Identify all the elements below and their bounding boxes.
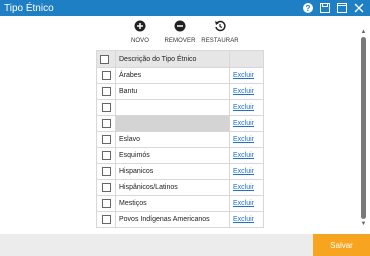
row-checkbox[interactable] bbox=[101, 151, 111, 160]
toolbar: NOVO REMOVER RESTAURAR bbox=[120, 18, 240, 44]
delete-link[interactable]: Excluir bbox=[233, 120, 254, 127]
table-row: Excluir bbox=[96, 115, 264, 132]
row-checkbox[interactable] bbox=[101, 215, 111, 224]
delete-link[interactable]: Excluir bbox=[233, 200, 254, 207]
row-description[interactable]: Esquimós bbox=[115, 147, 230, 164]
table-row: Hispanicos Excluir bbox=[96, 163, 264, 180]
row-checkbox[interactable] bbox=[101, 183, 111, 192]
delete-link[interactable]: Excluir bbox=[233, 104, 254, 111]
row-description[interactable]: Árabes bbox=[115, 67, 230, 84]
row-description[interactable]: Mestiços bbox=[115, 195, 230, 212]
remove-label: REMOVER bbox=[164, 38, 196, 44]
delete-link[interactable]: Excluir bbox=[233, 88, 254, 95]
row-description[interactable]: Eslavo bbox=[115, 131, 230, 148]
row-checkbox[interactable] bbox=[101, 135, 111, 144]
table-row: Hispânicos/Latinos Excluir bbox=[96, 179, 264, 196]
delete-link[interactable]: Excluir bbox=[233, 216, 254, 223]
table-row: Povos Indígenas Americanos Excluir bbox=[96, 211, 264, 228]
table-header-row: Descrição do Tipo Étnico bbox=[96, 50, 264, 68]
row-checkbox[interactable] bbox=[101, 87, 111, 96]
delete-link[interactable]: Excluir bbox=[233, 152, 254, 159]
ethnic-type-table: Descrição do Tipo Étnico Árabes Excluir B… bbox=[96, 50, 264, 228]
window-title: Tipo Étnico bbox=[4, 2, 54, 14]
column-header-description: Descrição do Tipo Étnico bbox=[115, 50, 230, 68]
save-button[interactable]: Salvar bbox=[313, 234, 370, 256]
select-all-cell[interactable] bbox=[96, 50, 116, 68]
table-row: Mestiços Excluir bbox=[96, 195, 264, 212]
window-titlebar: Tipo Étnico ? bbox=[0, 0, 370, 16]
save-window-icon[interactable] bbox=[319, 3, 330, 14]
delete-link[interactable]: Excluir bbox=[233, 136, 254, 143]
restore-icon bbox=[215, 20, 226, 32]
table-row: Bantu Excluir bbox=[96, 83, 264, 100]
vertical-scrollbar[interactable]: ▲ ▼ bbox=[360, 29, 367, 233]
restore-label: RESTAURAR bbox=[201, 38, 239, 44]
ethnic-type-grid: Descrição do Tipo Étnico Árabes Excluir B… bbox=[96, 50, 264, 228]
row-checkbox[interactable] bbox=[101, 167, 111, 176]
delete-link[interactable]: Excluir bbox=[233, 168, 254, 175]
maximize-icon[interactable] bbox=[336, 3, 347, 14]
close-icon[interactable] bbox=[353, 3, 364, 14]
row-checkbox[interactable] bbox=[101, 199, 111, 208]
row-description[interactable]: Hispanicos bbox=[115, 163, 230, 180]
restore-button[interactable]: RESTAURAR bbox=[200, 18, 240, 44]
delete-link[interactable]: Excluir bbox=[233, 184, 254, 191]
row-checkbox[interactable] bbox=[101, 103, 111, 112]
row-description-editing[interactable] bbox=[115, 115, 230, 132]
row-description[interactable]: Bantu bbox=[115, 83, 230, 100]
plus-circle-icon bbox=[134, 20, 146, 32]
help-icon[interactable]: ? bbox=[303, 3, 313, 13]
window-controls: ? bbox=[303, 3, 370, 14]
row-description[interactable] bbox=[115, 99, 230, 116]
delete-link[interactable]: Excluir bbox=[233, 72, 254, 79]
scroll-up-arrow-icon[interactable]: ▲ bbox=[360, 29, 367, 35]
row-checkbox[interactable] bbox=[101, 71, 111, 80]
row-description[interactable]: Hispânicos/Latinos bbox=[115, 179, 230, 196]
footer-bar: Salvar bbox=[0, 234, 370, 256]
select-all-checkbox[interactable] bbox=[100, 54, 109, 64]
table-row: Eslavo Excluir bbox=[96, 131, 264, 148]
remove-button[interactable]: REMOVER bbox=[160, 18, 200, 44]
table-row: Excluir bbox=[96, 99, 264, 116]
column-header-action bbox=[229, 50, 264, 68]
scroll-thumb[interactable] bbox=[361, 37, 366, 219]
table-row: Esquimós Excluir bbox=[96, 147, 264, 164]
table-row: Árabes Excluir bbox=[96, 67, 264, 84]
new-label: NOVO bbox=[130, 38, 150, 44]
row-checkbox[interactable] bbox=[101, 119, 111, 128]
minus-circle-icon bbox=[174, 20, 186, 32]
scroll-down-arrow-icon[interactable]: ▼ bbox=[360, 221, 367, 227]
new-button[interactable]: NOVO bbox=[120, 18, 160, 44]
row-description[interactable]: Povos Indígenas Americanos bbox=[115, 211, 230, 228]
